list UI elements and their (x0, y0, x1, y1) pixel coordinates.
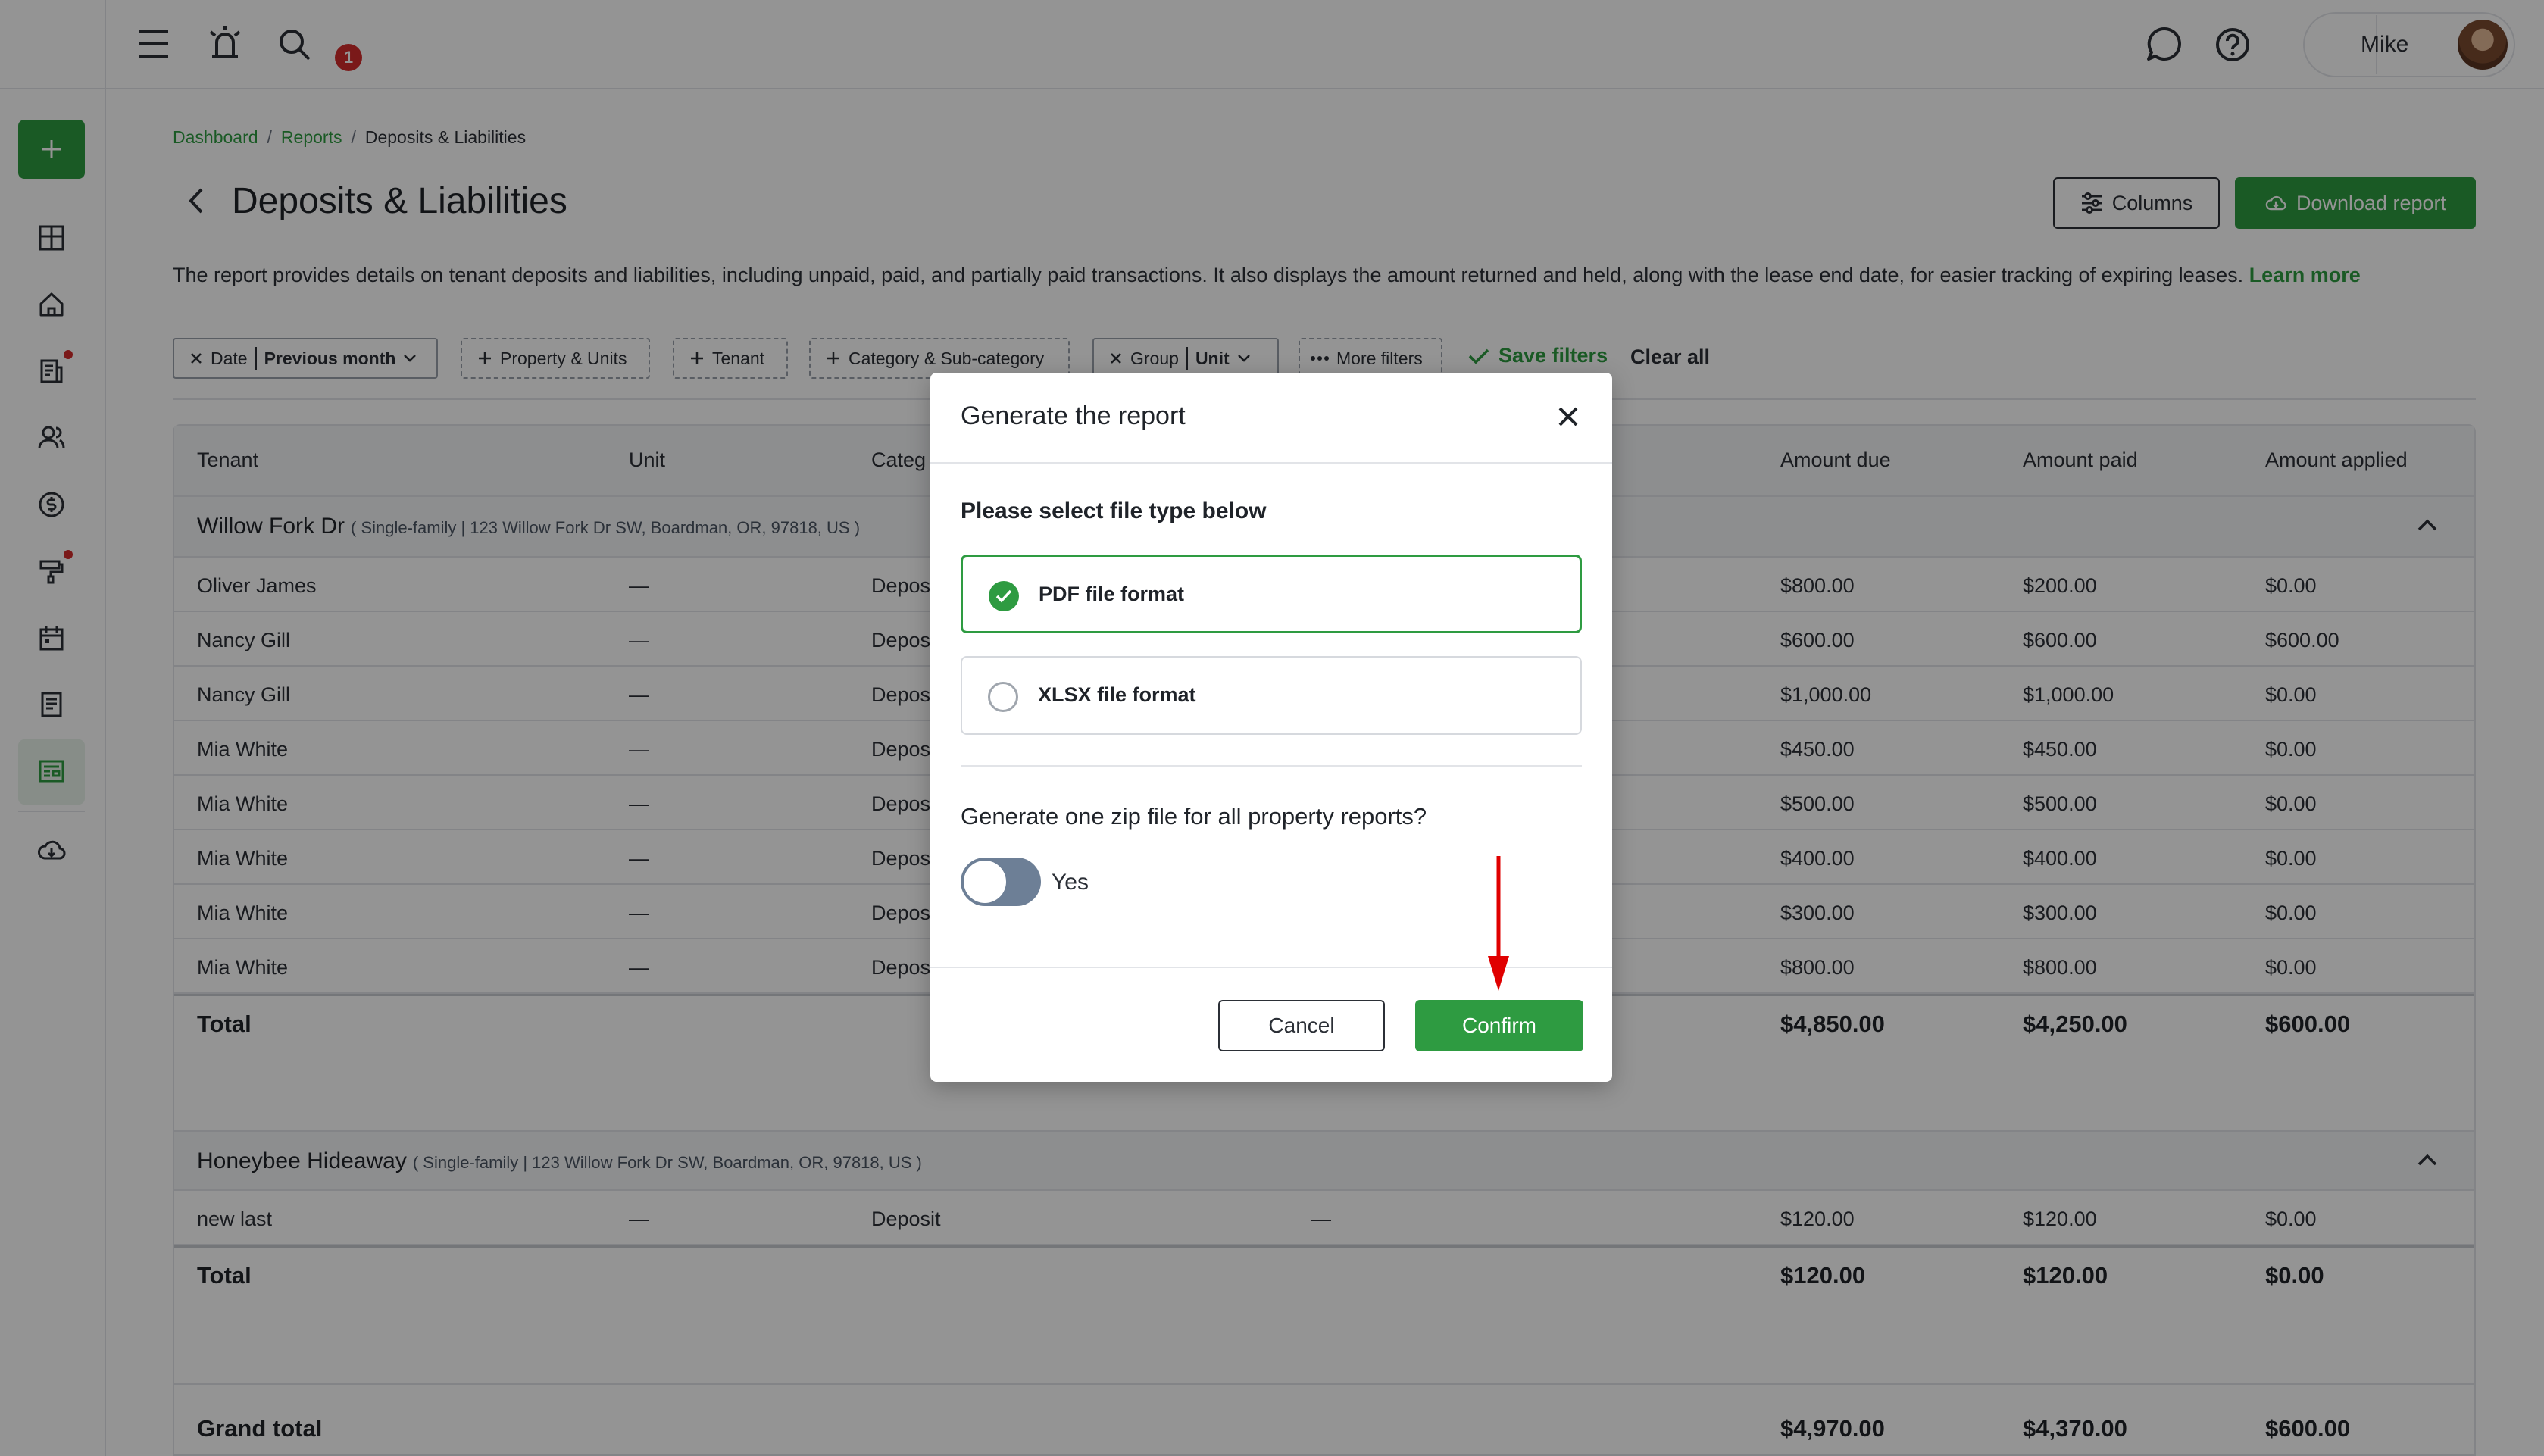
radio-unselected[interactable] (988, 682, 1018, 712)
red-arrow-annotation (1488, 856, 1509, 991)
zip-question: Generate one zip file for all property r… (961, 803, 1427, 830)
check-icon (995, 589, 1012, 603)
zip-toggle[interactable] (961, 858, 1041, 906)
dialog-title: Generate the report (961, 401, 1186, 430)
confirm-button[interactable]: Confirm (1415, 1000, 1583, 1051)
file-type-label: Please select file type below (961, 498, 1267, 523)
close-dialog-button[interactable] (1555, 403, 1582, 430)
close-icon (1558, 407, 1578, 426)
zip-toggle-label: Yes (1052, 870, 1089, 895)
pdf-option-label: PDF file format (1039, 583, 1185, 605)
pdf-option[interactable]: PDF file format (961, 555, 1582, 633)
toggle-knob (964, 861, 1006, 903)
cancel-button[interactable]: Cancel (1218, 1000, 1385, 1051)
xlsx-option[interactable]: XLSX file format (961, 656, 1582, 735)
radio-selected[interactable] (989, 581, 1019, 611)
xlsx-option-label: XLSX file format (1038, 683, 1196, 706)
